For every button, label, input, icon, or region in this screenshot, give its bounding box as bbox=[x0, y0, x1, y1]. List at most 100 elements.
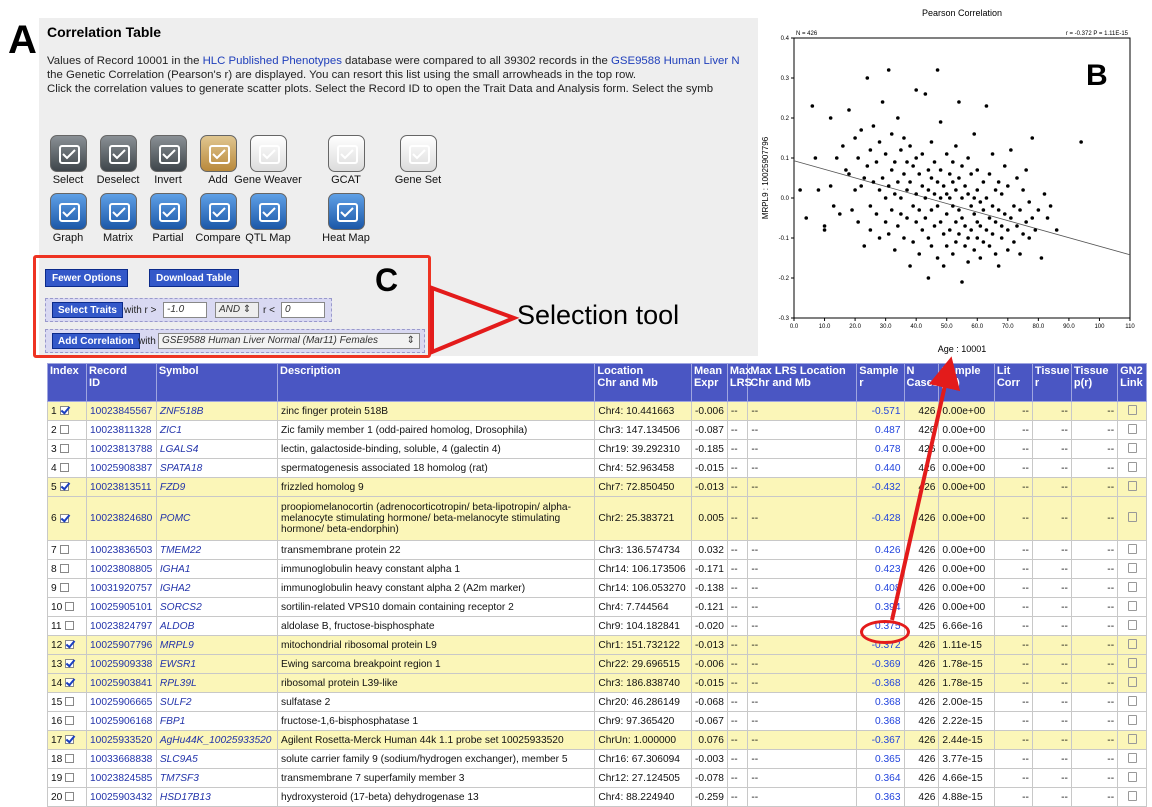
cell-sym[interactable]: SORCS2 bbox=[155, 597, 279, 617]
row-checkbox[interactable] bbox=[59, 425, 69, 435]
gn2-link-cell[interactable] bbox=[1117, 654, 1147, 674]
cell-r[interactable]: -0.428 bbox=[856, 496, 905, 541]
select-traits-button[interactable]: Select Traits bbox=[52, 302, 123, 318]
cell-sym[interactable]: TMEM22 bbox=[155, 540, 279, 560]
gn2-link-cell[interactable] bbox=[1117, 439, 1147, 459]
cell-r[interactable]: 0.478 bbox=[856, 439, 905, 459]
column-header[interactable]: GN2 Link bbox=[1117, 363, 1147, 402]
row-checkbox[interactable] bbox=[65, 735, 75, 745]
column-header[interactable]: Tissue p(r) bbox=[1070, 363, 1119, 402]
cell-sym[interactable]: AgHu44K_10025933520 bbox=[155, 730, 279, 750]
cell-sym[interactable]: RPL39L bbox=[155, 673, 279, 693]
column-header[interactable]: Sample r bbox=[856, 363, 905, 402]
cell-id[interactable]: 10023813511 bbox=[86, 477, 157, 497]
cell-r[interactable]: 0.394 bbox=[856, 597, 905, 617]
dataset-select[interactable]: GSE9588 Human Liver Normal (Mar11) Femal… bbox=[158, 333, 420, 349]
gn2-link-cell[interactable] bbox=[1117, 692, 1147, 712]
row-checkbox[interactable] bbox=[64, 621, 74, 631]
column-header[interactable]: Symbol bbox=[155, 363, 279, 402]
gn2-link-cell[interactable] bbox=[1117, 597, 1147, 617]
row-checkbox[interactable] bbox=[59, 444, 69, 454]
column-header[interactable]: Record ID bbox=[86, 363, 157, 402]
cell-id[interactable]: 10025933520 bbox=[86, 730, 157, 750]
gn2-link-cell[interactable] bbox=[1117, 401, 1147, 421]
row-checkbox[interactable] bbox=[59, 406, 69, 416]
cell-id[interactable]: 10025903841 bbox=[86, 673, 157, 693]
column-header[interactable]: Description bbox=[277, 363, 596, 402]
cell-id[interactable]: 10031920757 bbox=[86, 578, 157, 598]
cell-sym[interactable]: SULF2 bbox=[155, 692, 279, 712]
database-link-hlc[interactable]: HLC Published Phenotypes bbox=[203, 55, 342, 67]
gn2-link-cell[interactable] bbox=[1117, 787, 1147, 807]
gn2-link-cell[interactable] bbox=[1117, 540, 1147, 560]
cell-id[interactable]: 10023824680 bbox=[86, 496, 157, 541]
add-correlation-button[interactable]: Add Correlation bbox=[52, 333, 140, 349]
cell-r[interactable]: 0.408 bbox=[856, 578, 905, 598]
cell-sym[interactable]: FZD9 bbox=[155, 477, 279, 497]
tool-gene-set[interactable]: Gene Set bbox=[378, 135, 458, 186]
cell-sym[interactable]: POMC bbox=[155, 496, 279, 541]
row-checkbox[interactable] bbox=[65, 678, 75, 688]
column-header[interactable]: Lit Corr bbox=[993, 363, 1033, 402]
row-checkbox[interactable] bbox=[65, 773, 75, 783]
cell-id[interactable]: 10025908387 bbox=[86, 458, 157, 478]
gn2-link-cell[interactable] bbox=[1117, 458, 1147, 478]
cell-r[interactable]: 0.365 bbox=[856, 749, 905, 769]
cell-sym[interactable]: LGALS4 bbox=[155, 439, 279, 459]
cell-r[interactable]: 0.440 bbox=[856, 458, 905, 478]
tool-heat-map[interactable]: Heat Map bbox=[306, 193, 386, 244]
cell-r[interactable]: 0.368 bbox=[856, 692, 905, 712]
download-table-button[interactable]: Download Table bbox=[149, 269, 239, 287]
cell-sym[interactable]: ZNF518B bbox=[155, 401, 279, 421]
gn2-link-cell[interactable] bbox=[1117, 477, 1147, 497]
cell-id[interactable]: 10025909338 bbox=[86, 654, 157, 674]
row-checkbox[interactable] bbox=[65, 697, 75, 707]
cell-id[interactable]: 10023813788 bbox=[86, 439, 157, 459]
gn2-link-cell[interactable] bbox=[1117, 559, 1147, 579]
gn2-link-cell[interactable] bbox=[1117, 616, 1147, 636]
cell-sym[interactable]: ALDOB bbox=[155, 616, 279, 636]
column-header[interactable]: Location Chr and Mb bbox=[594, 363, 692, 402]
cell-id[interactable]: 10033668838 bbox=[86, 749, 157, 769]
cell-id[interactable]: 10023824797 bbox=[86, 616, 157, 636]
column-header[interactable]: Sample p(r) bbox=[938, 363, 995, 402]
cell-r[interactable]: -0.369 bbox=[856, 654, 905, 674]
row-checkbox[interactable] bbox=[59, 583, 69, 593]
gn2-link-cell[interactable] bbox=[1117, 673, 1147, 693]
column-header[interactable]: Max LRS bbox=[726, 363, 752, 402]
cell-sym[interactable]: EWSR1 bbox=[155, 654, 279, 674]
cell-id[interactable]: 10025907796 bbox=[86, 635, 157, 655]
cell-r[interactable]: 0.426 bbox=[856, 540, 905, 560]
cell-id[interactable]: 10025903432 bbox=[86, 787, 157, 807]
cell-r[interactable]: -0.571 bbox=[856, 401, 905, 421]
cell-sym[interactable]: HSD17B13 bbox=[155, 787, 279, 807]
cell-id[interactable]: 10023808805 bbox=[86, 559, 157, 579]
row-checkbox[interactable] bbox=[65, 640, 75, 650]
cell-id[interactable]: 10023845567 bbox=[86, 401, 157, 421]
cell-r[interactable]: -0.432 bbox=[856, 477, 905, 497]
column-header[interactable]: Index bbox=[46, 363, 88, 402]
gn2-link-cell[interactable] bbox=[1117, 635, 1147, 655]
gn2-link-cell[interactable] bbox=[1117, 578, 1147, 598]
cell-r[interactable]: 0.363 bbox=[856, 787, 905, 807]
column-header[interactable]: N Cases bbox=[903, 363, 940, 402]
row-checkbox[interactable] bbox=[65, 602, 75, 612]
cell-r[interactable]: 0.423 bbox=[856, 559, 905, 579]
cell-sym[interactable]: SPATA18 bbox=[155, 458, 279, 478]
r-min-input[interactable]: -1.0 bbox=[163, 302, 207, 318]
cell-sym[interactable]: ZIC1 bbox=[155, 420, 279, 440]
cell-id[interactable]: 10023811328 bbox=[86, 420, 157, 440]
row-checkbox[interactable] bbox=[59, 545, 69, 555]
gn2-link-cell[interactable] bbox=[1117, 730, 1147, 750]
row-checkbox[interactable] bbox=[65, 754, 75, 764]
gn2-link-cell[interactable] bbox=[1117, 496, 1147, 541]
cell-sym[interactable]: TM7SF3 bbox=[155, 768, 279, 788]
cell-id[interactable]: 10025905101 bbox=[86, 597, 157, 617]
tool-qtl-map[interactable]: QTL Map bbox=[228, 193, 308, 244]
row-checkbox[interactable] bbox=[59, 463, 69, 473]
column-header[interactable]: Tissue r bbox=[1031, 363, 1072, 402]
cell-sym[interactable]: IGHA2 bbox=[155, 578, 279, 598]
cell-r[interactable]: 0.364 bbox=[856, 768, 905, 788]
row-checkbox[interactable] bbox=[65, 716, 75, 726]
gn2-link-cell[interactable] bbox=[1117, 768, 1147, 788]
